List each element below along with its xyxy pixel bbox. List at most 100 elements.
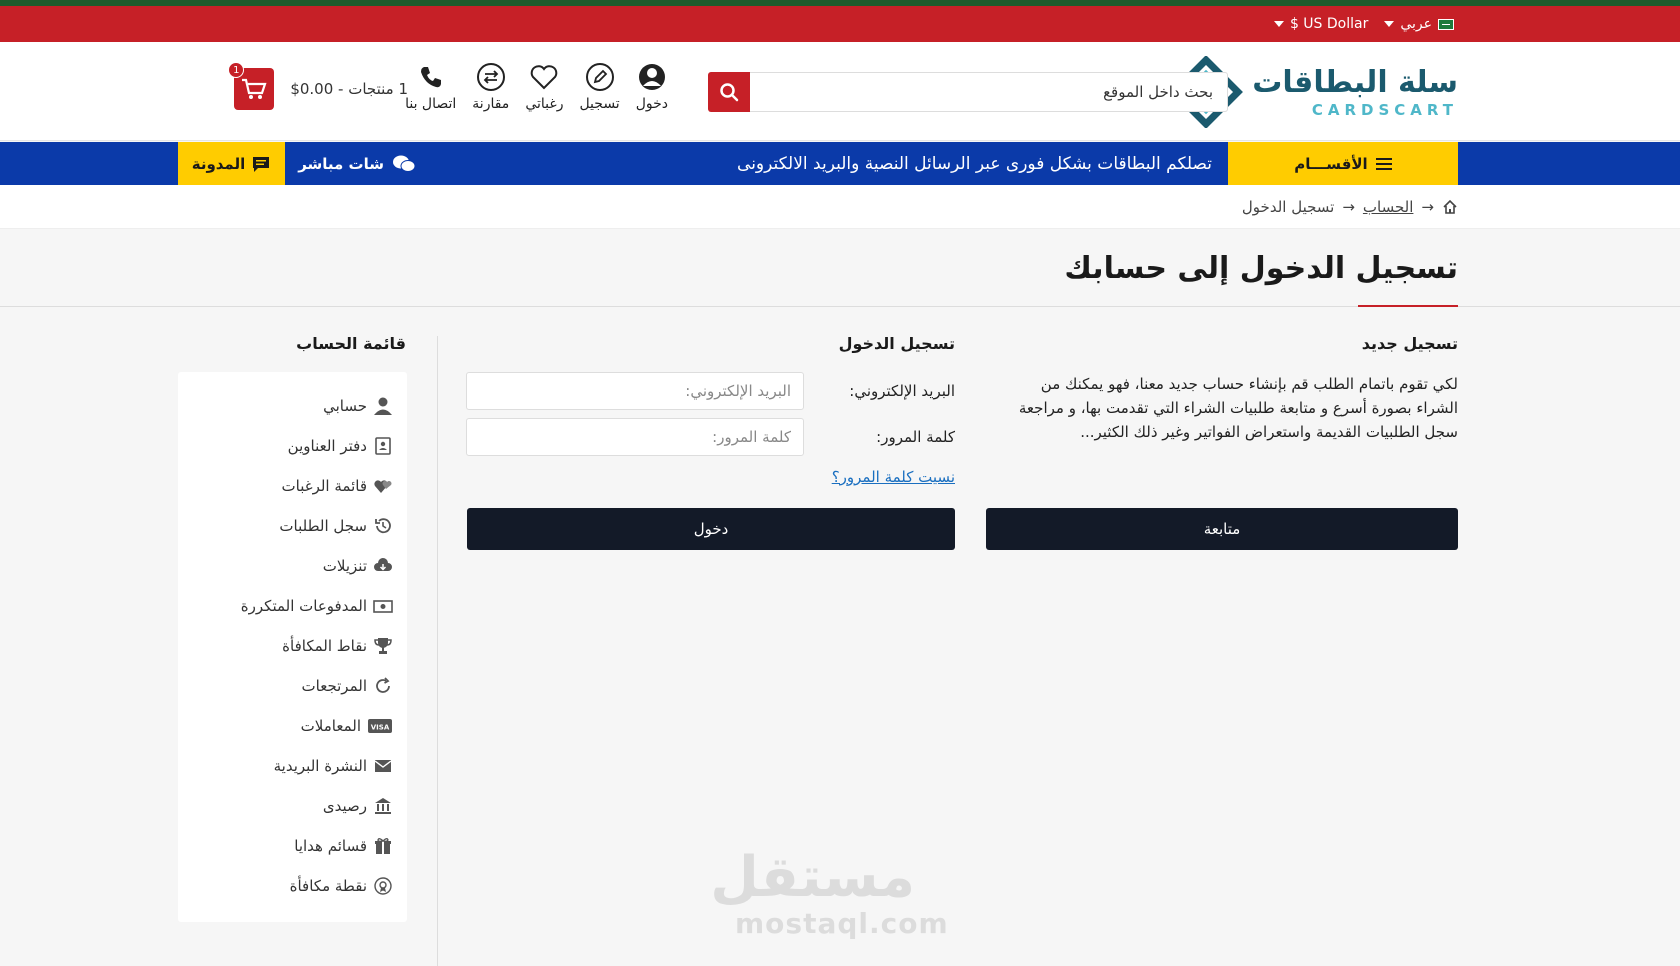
history-icon <box>375 518 391 534</box>
account-menu-item-reward-points[interactable]: نقاط المكافأة <box>282 636 393 656</box>
column-divider <box>437 336 438 966</box>
account-menu-item-label: النشرة البريدية <box>273 757 367 775</box>
account-menu-item-label: المدفوعات المتكررة <box>240 597 367 615</box>
account-menu: حسابي دفتر العناوين قائمة الرغبات سجل ال… <box>178 372 407 922</box>
page-title: تسجيل الدخول إلى حسابك <box>1064 251 1458 286</box>
language-selector[interactable]: عربي <box>1384 16 1454 32</box>
register-link[interactable]: تسجيل <box>579 62 620 112</box>
breadcrumb-bar: → الحساب → تسجيل الدخول <box>0 185 1680 229</box>
blog-link[interactable]: المدونة <box>178 142 285 185</box>
envelope-icon <box>374 760 392 772</box>
visa-card-icon: VISA <box>368 719 392 733</box>
account-menu-item-wishlist[interactable]: قائمة الرغبات <box>282 476 393 496</box>
refresh-icon <box>376 677 390 693</box>
main-nav: الأقســـام تصلكم البطاقات بشكل فورى عبر … <box>0 142 1680 185</box>
account-menu-item-label: رصيدى <box>322 797 367 815</box>
cloud-download-icon <box>374 558 392 571</box>
phone-icon <box>420 67 441 88</box>
chevron-down-icon <box>1384 21 1395 27</box>
categories-menu-button[interactable]: الأقســـام <box>1228 142 1458 185</box>
account-menu-item-label: تنزيلات <box>322 557 367 575</box>
user-icon <box>638 64 665 90</box>
forgot-password-link[interactable]: نسيت كلمة المرور؟ <box>832 468 955 486</box>
chat-bubbles-icon <box>393 155 416 172</box>
account-menu-item-reward-point[interactable]: نقطة مكافأة <box>290 876 393 896</box>
compare-link[interactable]: مقارنة <box>472 62 509 112</box>
watermark-arabic: مستقل <box>710 845 915 910</box>
trophy-icon <box>374 638 392 654</box>
search-icon <box>720 83 739 102</box>
breadcrumb-account-link[interactable]: الحساب <box>1363 198 1414 216</box>
svg-text:VISA: VISA <box>371 724 390 732</box>
login-link[interactable]: دخول <box>636 62 668 112</box>
account-menu-item-downloads[interactable]: تنزيلات <box>323 556 393 576</box>
password-field[interactable] <box>466 418 804 456</box>
cart-summary: 1 منتجات - 0.00$ <box>290 80 408 98</box>
address-book-icon <box>375 437 391 455</box>
language-label: عربي <box>1400 16 1432 32</box>
account-menu-item-gift-vouchers[interactable]: قسائم هدايا <box>294 836 393 856</box>
hearts-icon <box>374 480 392 493</box>
login-label: دخول <box>635 96 668 112</box>
account-menu-item-label: قسائم هدايا <box>294 837 367 855</box>
site-header: سلة البطاقات CARDSCART دخول <box>0 42 1680 141</box>
compare-label: مقارنة <box>472 96 510 112</box>
watermark-english: mostaql.com <box>735 907 949 940</box>
account-menu-item-address-book[interactable]: دفتر العناوين <box>288 436 393 456</box>
money-icon <box>373 600 393 613</box>
breadcrumb: → الحساب → تسجيل الدخول <box>1242 185 1458 229</box>
account-menu-item-label: حسابي <box>323 397 367 415</box>
contact-link[interactable]: اتصال بنا <box>405 62 456 112</box>
account-menu-item-recurring-payments[interactable]: المدفوعات المتكررة <box>241 596 393 616</box>
cart-widget[interactable]: 1 منتجات - 0.00$ 1 <box>228 62 408 110</box>
account-menu-item-label: قائمة الرغبات <box>281 477 367 495</box>
wishlist-link[interactable]: رغباتي <box>525 62 563 112</box>
email-label: البريد الإلكتروني: <box>849 382 955 400</box>
account-menu-item-transactions[interactable]: VISA المعاملات <box>301 716 393 736</box>
home-icon[interactable] <box>1442 199 1458 215</box>
account-menu-item-newsletter[interactable]: النشرة البريدية <box>274 756 393 776</box>
account-menu-item-order-history[interactable]: سجل الطلبات <box>279 516 393 536</box>
account-menu-heading: قائمة الحساب <box>296 334 406 353</box>
chevron-down-icon <box>1273 21 1284 27</box>
currency-label: US Dollar $ <box>1289 16 1369 32</box>
account-menu-item-returns[interactable]: المرتجعات <box>302 676 393 696</box>
menu-lines-icon <box>1375 157 1392 170</box>
blog-label: المدونة <box>191 154 246 173</box>
search-button[interactable] <box>708 72 750 112</box>
mostaql-watermark: مستقل mostaql.com <box>710 845 949 940</box>
register-label: تسجيل <box>579 96 620 112</box>
breadcrumb-current: تسجيل الدخول <box>1241 198 1335 216</box>
comment-icon <box>253 156 270 172</box>
continue-button[interactable]: متابعة <box>986 508 1458 550</box>
cart-button[interactable]: 1 <box>228 62 275 110</box>
account-menu-item-label: المرتجعات <box>301 677 367 695</box>
live-chat-link[interactable]: شات مباشر <box>298 142 416 185</box>
heart-icon <box>531 65 558 90</box>
bank-icon <box>375 798 391 814</box>
breadcrumb-separator: → <box>1421 198 1434 216</box>
email-field[interactable] <box>466 372 804 410</box>
account-menu-item-my-account[interactable]: حسابي <box>323 396 393 416</box>
account-menu-item-label: سجل الطلبات <box>279 517 367 535</box>
currency-selector[interactable]: US Dollar $ <box>1273 16 1369 32</box>
breadcrumb-separator: → <box>1342 198 1355 216</box>
account-menu-item-label: نقاط المكافأة <box>282 637 367 655</box>
contact-label: اتصال بنا <box>405 96 457 112</box>
user-icon <box>374 397 392 415</box>
live-chat-label: شات مباشر <box>298 154 384 173</box>
logo-english: CARDSCART <box>1311 101 1458 119</box>
account-menu-item-label: نقطة مكافأة <box>289 877 367 895</box>
wishlist-label: رغباتي <box>525 96 564 112</box>
account-menu-item-label: دفتر العناوين <box>287 437 367 455</box>
new-customer-heading: تسجيل جديد <box>1361 334 1458 353</box>
login-button[interactable]: دخول <box>467 508 955 550</box>
cart-count-badge: 1 <box>228 62 245 78</box>
login-heading: تسجيل الدخول <box>838 334 955 353</box>
pencil-icon <box>585 63 614 91</box>
title-bar: تسجيل الدخول إلى حسابك <box>0 229 1680 307</box>
gift-icon <box>375 838 391 854</box>
saudi-flag-icon <box>1438 18 1454 30</box>
search-input[interactable] <box>750 72 1228 112</box>
account-menu-item-balance[interactable]: رصيدى <box>323 796 393 816</box>
